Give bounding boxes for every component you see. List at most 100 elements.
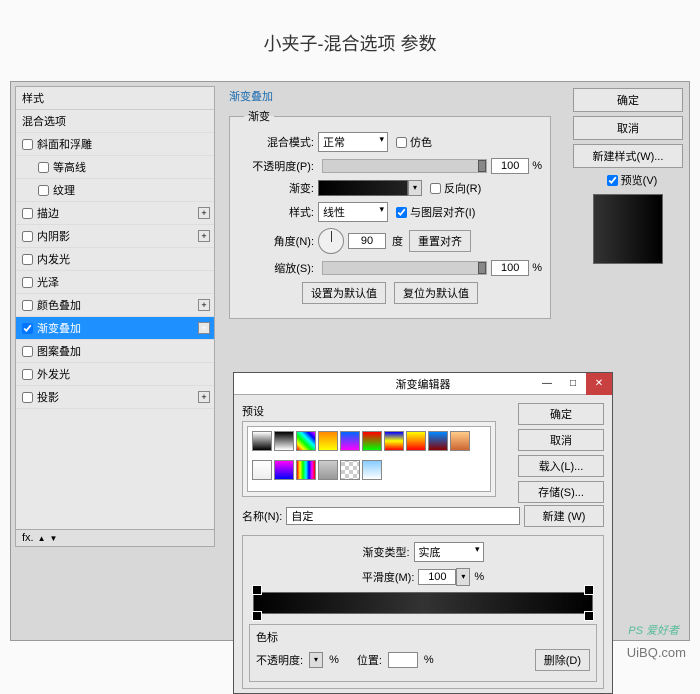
color-stop[interactable] [584, 611, 594, 621]
editor-titlebar[interactable]: 渐变编辑器 — □ ✕ [234, 373, 612, 395]
new-gradient-button[interactable]: 新建 (W) [524, 505, 604, 527]
set-default-button[interactable]: 设置为默认值 [302, 282, 386, 304]
right-buttons: 确定 取消 新建样式(W)... 预览(V) [573, 88, 683, 270]
color-stop[interactable] [252, 611, 262, 621]
swatch[interactable] [340, 431, 360, 451]
gradient-name-field[interactable] [286, 507, 520, 525]
editor-cancel-button[interactable]: 取消 [518, 429, 604, 451]
editor-load-button[interactable]: 载入(L)... [518, 455, 604, 477]
swatch[interactable] [318, 431, 338, 451]
swatch[interactable] [362, 431, 382, 451]
gradient-editor-dialog: 渐变编辑器 — □ ✕ 预设✲. [233, 372, 613, 694]
align-checkbox[interactable] [396, 207, 407, 218]
plus-icon[interactable]: + [198, 299, 210, 311]
style-color-overlay[interactable]: 颜色叠加+ [16, 294, 214, 317]
swatch[interactable] [318, 460, 338, 480]
gradient-bar[interactable] [253, 592, 593, 614]
swatch[interactable] [384, 431, 404, 451]
scale-slider[interactable] [322, 261, 487, 275]
close-icon[interactable]: ✕ [586, 373, 612, 395]
gradient-preview[interactable] [318, 180, 408, 196]
plus-icon[interactable]: + [198, 322, 210, 334]
contour-checkbox[interactable] [38, 162, 49, 173]
swatch[interactable] [406, 431, 426, 451]
swatch[interactable] [296, 460, 316, 480]
smooth-field[interactable] [418, 569, 456, 585]
style-select[interactable]: 线性 [318, 202, 388, 222]
style-contour[interactable]: 等高线 [16, 156, 214, 179]
texture-checkbox[interactable] [38, 185, 49, 196]
swatch[interactable] [274, 431, 294, 451]
gradient-overlay-settings: 渐变叠加 渐变 混合模式:正常仿色 不透明度(P):% 渐变:▾反向(R) 样式… [229, 88, 551, 319]
stop-opacity-field[interactable]: ▾ [309, 652, 323, 668]
stroke-checkbox[interactable] [22, 208, 33, 219]
swatch[interactable] [340, 460, 360, 480]
opacity-stop[interactable] [584, 585, 594, 595]
gradient-type-select[interactable]: 实底 [414, 542, 484, 562]
style-texture[interactable]: 纹理 [16, 179, 214, 202]
style-drop-shadow[interactable]: 投影+ [16, 386, 214, 409]
swatch[interactable] [450, 431, 470, 451]
reverse-checkbox[interactable] [430, 183, 441, 194]
name-label: 名称(N): [242, 508, 282, 524]
inner-shadow-checkbox[interactable] [22, 231, 33, 242]
maximize-icon[interactable]: □ [560, 373, 586, 395]
outer-glow-checkbox[interactable] [22, 369, 33, 380]
gradient-overlay-checkbox[interactable] [22, 323, 33, 334]
styles-list: 样式 混合选项 斜面和浮雕 等高线 纹理 描边+ 内阴影+ 内发光 光泽 颜色叠… [15, 86, 215, 547]
style-pattern-overlay[interactable]: 图案叠加 [16, 340, 214, 363]
style-outer-glow[interactable]: 外发光 [16, 363, 214, 386]
editor-save-button[interactable]: 存储(S)... [518, 481, 604, 503]
satin-checkbox[interactable] [22, 277, 33, 288]
swatch[interactable] [428, 431, 448, 451]
swatch[interactable] [296, 431, 316, 451]
stop-position-field[interactable] [388, 652, 418, 668]
down-icon[interactable]: ▼ [50, 534, 58, 543]
scale-field[interactable] [491, 260, 529, 276]
opacity-slider[interactable] [322, 159, 487, 173]
plus-icon[interactable]: + [198, 207, 210, 219]
delete-stop-button[interactable]: 删除(D) [535, 649, 590, 671]
styles-header: 样式 [16, 87, 214, 110]
gradient-type-box: 渐变类型:实底 平滑度(M):▾% 色标 不透明度:▾% 位置:% 删除(D) [242, 535, 604, 689]
angle-dial[interactable] [318, 228, 344, 254]
inner-glow-checkbox[interactable] [22, 254, 33, 265]
opacity-field[interactable] [491, 158, 529, 174]
style-gradient-overlay[interactable]: 渐变叠加+ [16, 317, 214, 340]
plus-icon[interactable]: + [198, 391, 210, 403]
preview-checkbox[interactable] [607, 175, 618, 186]
swatch[interactable] [362, 460, 382, 480]
cancel-button[interactable]: 取消 [573, 116, 683, 140]
style-satin[interactable]: 光泽 [16, 271, 214, 294]
page-title: 小夹子-混合选项 参数 [0, 0, 700, 81]
editor-ok-button[interactable]: 确定 [518, 403, 604, 425]
angle-field[interactable] [348, 233, 386, 249]
style-bevel[interactable]: 斜面和浮雕 [16, 133, 214, 156]
bevel-checkbox[interactable] [22, 139, 33, 150]
stops-group: 色标 不透明度:▾% 位置:% 删除(D) [249, 624, 597, 682]
color-overlay-checkbox[interactable] [22, 300, 33, 311]
blend-options-header[interactable]: 混合选项 [16, 110, 214, 133]
presets-box [242, 421, 496, 497]
style-inner-shadow[interactable]: 内阴影+ [16, 225, 214, 248]
plus-icon[interactable]: + [198, 230, 210, 242]
drop-shadow-checkbox[interactable] [22, 392, 33, 403]
style-stroke[interactable]: 描边+ [16, 202, 214, 225]
smooth-dropdown[interactable]: ▾ [456, 568, 470, 586]
style-inner-glow[interactable]: 内发光 [16, 248, 214, 271]
up-icon[interactable]: ▲ [38, 534, 46, 543]
swatch[interactable] [252, 460, 272, 480]
minimize-icon[interactable]: — [534, 373, 560, 395]
opacity-stop[interactable] [252, 585, 262, 595]
new-style-button[interactable]: 新建样式(W)... [573, 144, 683, 168]
gradient-dropdown[interactable]: ▾ [408, 180, 422, 196]
swatch[interactable] [252, 431, 272, 451]
swatch[interactable] [274, 460, 294, 480]
presets-label: 预设 [242, 403, 264, 419]
reset-default-button[interactable]: 复位为默认值 [394, 282, 478, 304]
ok-button[interactable]: 确定 [573, 88, 683, 112]
reset-align-button[interactable]: 重置对齐 [409, 230, 471, 252]
blend-mode-select[interactable]: 正常 [318, 132, 388, 152]
pattern-overlay-checkbox[interactable] [22, 346, 33, 357]
dither-checkbox[interactable] [396, 137, 407, 148]
